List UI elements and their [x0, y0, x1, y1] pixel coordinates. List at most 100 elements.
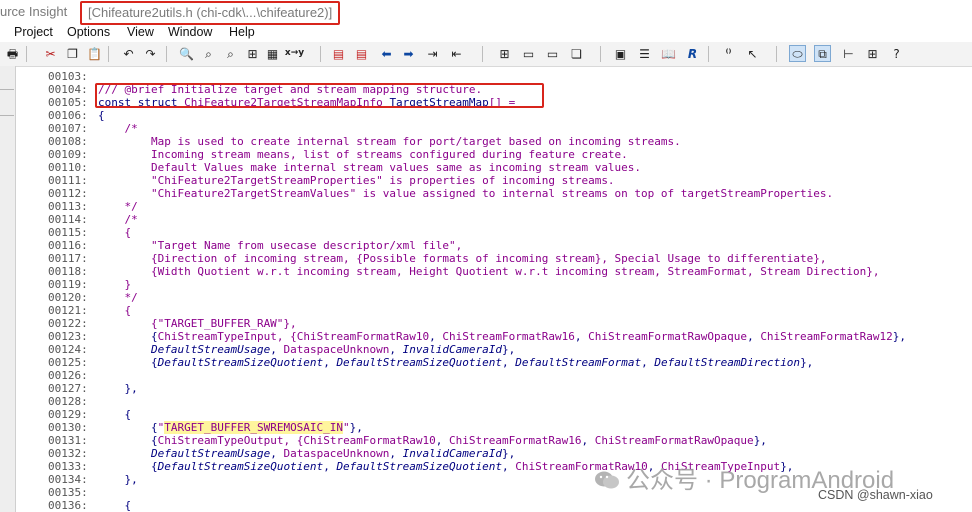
help-icon[interactable]: ?	[888, 45, 905, 62]
line-number: 00120:	[48, 291, 88, 304]
annotation-highlight-box	[95, 83, 544, 108]
gutter-mark	[0, 115, 14, 116]
toolbar-separator	[600, 46, 601, 62]
diagram-icon[interactable]: ⊞	[864, 45, 881, 62]
menu-options[interactable]: Options	[67, 25, 110, 39]
undo-icon[interactable]: ↶	[120, 45, 137, 62]
line-number: 00108:	[48, 135, 88, 148]
menu-view[interactable]: View	[127, 25, 154, 39]
code-text: DefaultStreamUsage, DataspaceUnknown, In…	[150, 447, 516, 460]
code-text: "ChiFeature2TargetStreamProperties" is p…	[98, 174, 615, 187]
window-cascade-icon[interactable]: ❏	[568, 45, 585, 62]
code-text: {	[98, 304, 132, 317]
line-number: 00126:	[48, 369, 88, 382]
redo-icon[interactable]: ↷	[142, 45, 159, 62]
tree-icon[interactable]: ⊢	[840, 45, 857, 62]
window-tile-icon[interactable]: ⊞	[496, 45, 513, 62]
relation-icon[interactable]: ☰	[636, 45, 653, 62]
find-icon[interactable]: 🔍	[178, 45, 195, 62]
line-number: 00116:	[48, 239, 88, 252]
line-number: 00136:	[48, 499, 88, 512]
line-number: 00106:	[48, 109, 88, 122]
code-text: "ChiFeature2TargetStreamValues" is value…	[98, 187, 834, 200]
line-number: 00124:	[48, 343, 88, 356]
line-number: 00113:	[48, 200, 88, 213]
code-text: {"TARGET_BUFFER_SWREMOSAIC_IN"},	[98, 421, 363, 434]
document-title: [Chifeature2utils.h (chi-cdk\...\chifeat…	[80, 1, 341, 25]
pointer-help-icon[interactable]: ↖	[744, 45, 761, 62]
code-text: "Target Name from usecase descriptor/xml…	[98, 239, 463, 252]
toolbar-separator	[320, 46, 321, 62]
symbol-window-icon[interactable]: ▣	[612, 45, 629, 62]
line-number: 00130:	[48, 421, 88, 434]
code-editor[interactable]: 00103: 00104:/// @brief Initialize target…	[16, 66, 972, 512]
line-number: 00122:	[48, 317, 88, 330]
bookmark-icon[interactable]: ▤	[330, 45, 347, 62]
context-icon[interactable]: 📖	[660, 45, 677, 62]
window-horizontal-icon[interactable]: ▭	[520, 45, 537, 62]
code-text: {"TARGET_BUFFER_RAW"},	[98, 317, 297, 330]
line-number: 00135:	[48, 486, 88, 499]
code-text: {ChiStreamTypeInput, {ChiStreamFormatRaw…	[98, 330, 907, 343]
line-number: 00123:	[48, 330, 88, 343]
toolbar: 🖶 ✂ ❐ 📋 ↶ ↷ 🔍 ⌕ ⌕ ⊞ ▦ x→y ▤ ▤ ⬅ ➡ ⇥ ⇤ ⊞ …	[0, 42, 972, 67]
left-gutter	[0, 66, 16, 512]
forward-icon[interactable]: ➡	[400, 45, 417, 62]
code-text: /*	[98, 213, 138, 226]
code-text: {Width Quotient w.r.t incoming stream, H…	[98, 265, 880, 278]
browse-icon[interactable]: R	[684, 45, 701, 62]
code-text: Incoming stream means, list of streams c…	[98, 148, 628, 161]
code-text: {	[98, 226, 132, 239]
menu-window[interactable]: Window	[168, 25, 212, 39]
code-text: */	[98, 200, 138, 213]
find-files-icon[interactable]: ⊞	[244, 45, 261, 62]
toolbar-separator	[166, 46, 167, 62]
code-text: {DefaultStreamSizeQuotient, DefaultStrea…	[98, 356, 814, 369]
toolbar-separator	[108, 46, 109, 62]
code-text: {ChiStreamTypeOutput, {ChiStreamFormatRa…	[98, 434, 767, 447]
line-number: 00125:	[48, 356, 88, 369]
toolbar-separator	[482, 46, 483, 62]
app-title: urce Insight	[0, 4, 68, 19]
paste-icon[interactable]: 📋	[86, 45, 103, 62]
toolbar-separator	[26, 46, 27, 62]
find-next-icon[interactable]: ⌕	[200, 45, 217, 62]
line-number: 00109:	[48, 148, 88, 161]
code-text: {Direction of incoming stream, {Possible…	[98, 252, 827, 265]
line-number: 00121:	[48, 304, 88, 317]
toolbar-separator	[708, 46, 709, 62]
menu-project[interactable]: Project	[14, 25, 53, 39]
line-number: 00110:	[48, 161, 88, 174]
print-icon[interactable]: 🖶	[4, 45, 21, 62]
bookmark-next-icon[interactable]: ▤	[353, 45, 370, 62]
copy-icon[interactable]: ❐	[64, 45, 81, 62]
toolbar-separator	[776, 46, 777, 62]
line-number: 00103:	[48, 70, 88, 83]
credit-text: CSDN @shawn-xiao	[818, 488, 933, 502]
jump-icon[interactable]: ⇥	[424, 45, 441, 62]
line-number: 00104:	[48, 83, 88, 96]
back-icon[interactable]: ⬅	[378, 45, 395, 62]
code-text: Map is used to create internal stream fo…	[98, 135, 681, 148]
layout-icon[interactable]: ⧉	[814, 45, 831, 62]
bracket-icon[interactable]: ⁽⁾	[720, 45, 737, 62]
code-text: /*	[98, 122, 138, 135]
highlight-icon[interactable]: ⬭	[789, 45, 806, 62]
line-number: 00128:	[48, 395, 88, 408]
line-number: 00133:	[48, 460, 88, 473]
replace-icon[interactable]: x→y	[285, 45, 304, 62]
code-text: }	[98, 278, 132, 291]
line-number: 00105:	[48, 96, 88, 109]
browse-files-icon[interactable]: ▦	[264, 45, 281, 62]
find-prev-icon[interactable]: ⌕	[222, 45, 239, 62]
line-number: 00129:	[48, 408, 88, 421]
code-text: {	[98, 408, 132, 421]
cut-icon[interactable]: ✂	[42, 45, 59, 62]
line-number: 00127:	[48, 382, 88, 395]
menu-help[interactable]: Help	[229, 25, 255, 39]
line-number: 00132:	[48, 447, 88, 460]
window-vertical-icon[interactable]: ▭	[544, 45, 561, 62]
jump-back-icon[interactable]: ⇤	[448, 45, 465, 62]
code-text: DefaultStreamUsage, DataspaceUnknown, In…	[150, 343, 516, 356]
code-text: */	[98, 291, 138, 304]
